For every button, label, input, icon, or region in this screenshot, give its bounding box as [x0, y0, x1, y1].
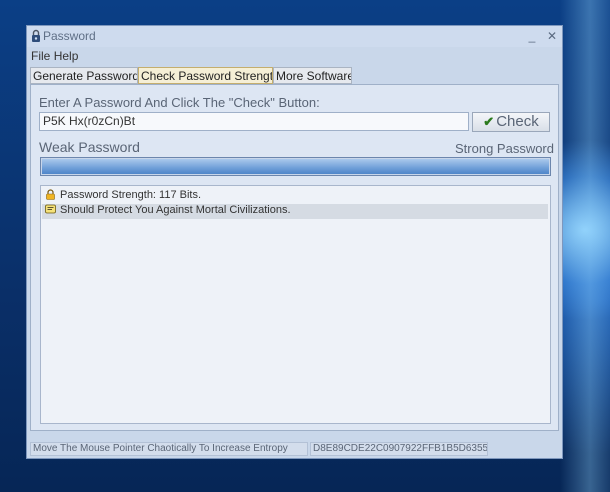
results-list: Password Strength: 117 Bits. Should Prot…: [40, 185, 551, 424]
strength-bits-text: Password Strength: 117 Bits.: [60, 189, 202, 201]
status-bar: Move The Mouse Pointer Chaotically To In…: [30, 442, 559, 456]
desktop-light-beam: [560, 0, 610, 492]
menu-bar: File Help: [31, 49, 78, 63]
strength-meter-fill: [42, 159, 549, 174]
entropy-hash: D8E89CDE22C0907922FFB1B5D6355051: [310, 442, 488, 456]
instruction-label: Enter A Password And Click The "Check" B…: [39, 95, 320, 110]
close-button[interactable]: ✕: [541, 27, 563, 45]
menu-file[interactable]: File: [31, 49, 50, 63]
menu-help[interactable]: Help: [54, 49, 79, 63]
checkmark-icon: ✔: [483, 114, 495, 129]
list-item: Password Strength: 117 Bits.: [45, 189, 201, 204]
minimize-button[interactable]: _: [521, 27, 543, 45]
title-bar[interactable]: Password _ ✕: [27, 26, 562, 47]
entropy-hint: Move The Mouse Pointer Chaotically To In…: [30, 442, 308, 456]
message-icon: [45, 204, 56, 214]
tab-check-password-strength[interactable]: Check Password Strength: [138, 67, 273, 84]
list-item: Should Protect You Against Mortal Civili…: [42, 204, 548, 219]
check-strength-panel: Enter A Password And Click The "Check" B…: [30, 84, 559, 431]
password-input[interactable]: P5K Hx(r0zCn)Bt: [39, 112, 469, 131]
check-button-label: Check: [496, 113, 539, 130]
tab-generate-passwords[interactable]: Generate Passwords: [30, 67, 138, 84]
strong-password-label: Strong Password: [455, 141, 554, 156]
strength-verdict-text: Should Protect You Against Mortal Civili…: [60, 204, 291, 216]
password-window: Password _ ✕ File Help Generate Password…: [26, 25, 563, 459]
strength-meter: [40, 157, 551, 176]
tab-more-softwares[interactable]: More Softwares: [273, 67, 352, 84]
window-title: Password: [43, 29, 96, 43]
check-button[interactable]: ✔ Check: [472, 112, 550, 132]
weak-password-label: Weak Password: [39, 139, 140, 155]
lock-app-icon: [32, 29, 40, 42]
lock-icon: [46, 189, 55, 200]
